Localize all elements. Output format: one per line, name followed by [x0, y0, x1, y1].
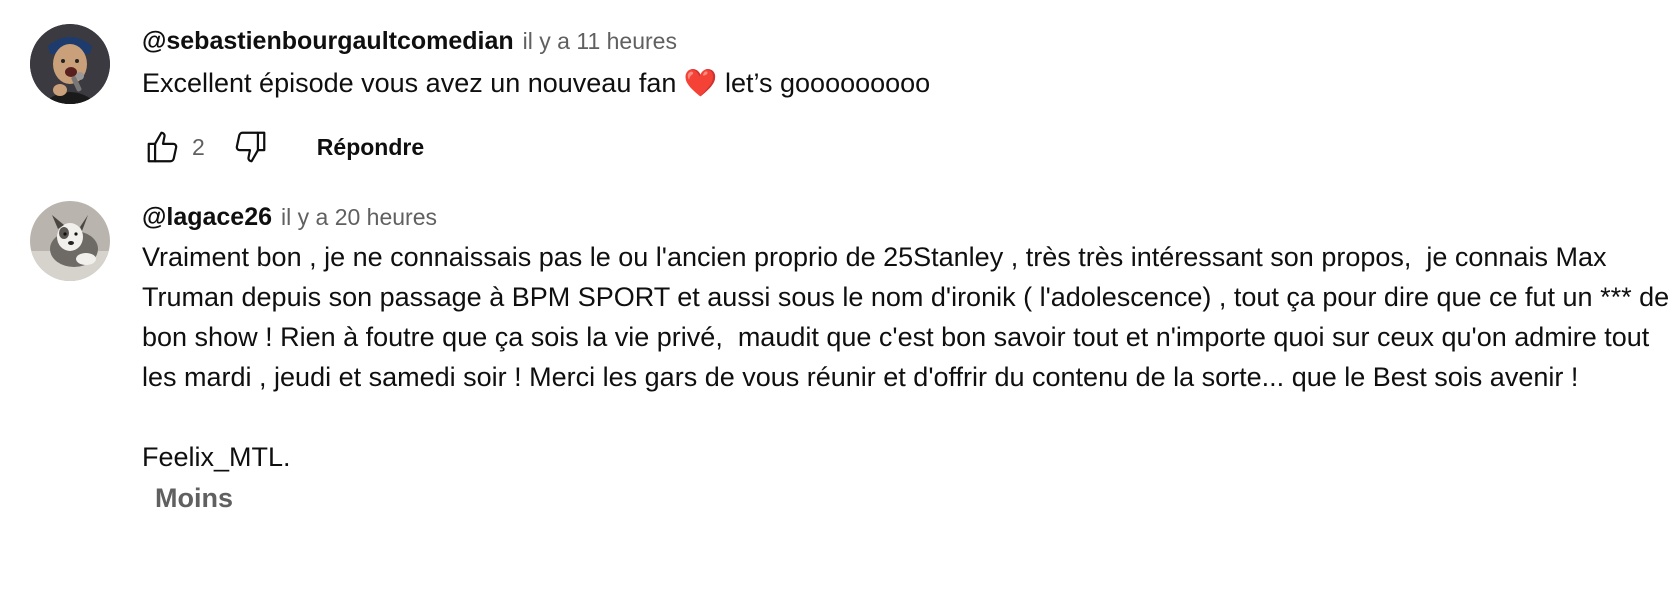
avatar-dog-icon	[30, 201, 110, 281]
comment-thread-2: @lagace26 il y a 20 heures Vraiment bon …	[30, 201, 1670, 581]
comment-text: Vraiment bon , je ne connaissais pas le …	[142, 242, 1670, 472]
like-count: 2	[192, 133, 205, 160]
comment-thread-1: @sebastienbourgaultcomedian il y a 11 he…	[30, 24, 1670, 174]
comment-text-part: Excellent épisode vous avez un nouveau f…	[142, 68, 684, 98]
comment-body: @lagace26 il y a 20 heures Vraiment bon …	[142, 203, 1670, 514]
comment-actions: 2 Répondre	[142, 125, 1670, 169]
comment-author[interactable]: @sebastienbourgaultcomedian	[142, 27, 514, 56]
comment-body: @sebastienbourgaultcomedian il y a 11 he…	[142, 27, 1670, 169]
comment-header: @sebastienbourgaultcomedian il y a 11 he…	[142, 27, 1670, 57]
thumbs-down-icon	[235, 131, 266, 163]
thumbs-up-icon	[147, 131, 178, 163]
heart-emoji: ❤️	[683, 68, 718, 98]
comment-header: @lagace26 il y a 20 heures	[142, 203, 1670, 233]
avatar[interactable]	[30, 24, 110, 104]
dislike-button[interactable]	[229, 126, 271, 168]
avatar-comedian-icon	[30, 24, 110, 104]
show-less-button[interactable]: Moins	[155, 483, 233, 514]
comment-text: Excellent épisode vous avez un nouveau f…	[142, 63, 1670, 103]
comment-timestamp[interactable]: il y a 20 heures	[281, 204, 437, 231]
comment-text-part: let’s gooooooooo	[717, 68, 931, 98]
avatar[interactable]	[30, 201, 110, 281]
comment-author[interactable]: @lagace26	[142, 203, 272, 232]
reply-button[interactable]: Répondre	[317, 134, 424, 161]
comment-timestamp[interactable]: il y a 11 heures	[523, 28, 677, 55]
like-button[interactable]	[142, 126, 184, 168]
